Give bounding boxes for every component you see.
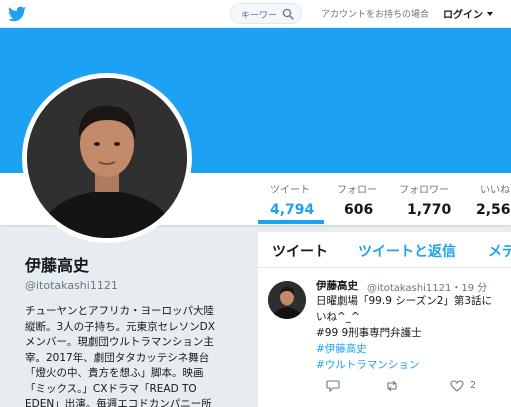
hashtag-link[interactable]: #伊藤高史 <box>316 341 367 356</box>
tweet-text-line: 日曜劇場「99.9 シーズン2」第3話に <box>316 295 493 307</box>
bio-line: EDEN」出演。毎週エコドカンパニー所 <box>25 398 212 407</box>
tweet-author[interactable]: 伊藤高史 <box>316 278 358 293</box>
profile-handle[interactable]: @itotakashi1121 <box>25 279 250 292</box>
tab-tweets-replies[interactable]: ツイートと返信 <box>358 241 456 261</box>
bio-line: 宰。2017年、劇団タタカッテシネ舞台 <box>25 351 210 364</box>
tweet-text-line: #99 9刑事専門弁護士 <box>316 327 422 339</box>
tweet-avatar[interactable] <box>268 281 306 319</box>
stat-label: ツイート <box>270 185 310 196</box>
tweet-text-line: いね^_^ <box>316 311 360 323</box>
stat-followers[interactable]: フォロワー 1,770 <box>399 181 451 218</box>
stat-label: フォロワー <box>399 185 449 196</box>
retweet-icon[interactable] <box>385 380 399 392</box>
stat-value: 606 <box>344 202 374 218</box>
active-tab-indicator <box>258 220 324 224</box>
profile-bio: チューヤンとアフリカ・ヨーロッパ大陸 縦断。3人の子持ち。元東京セレソンDX メ… <box>25 304 251 407</box>
timeline-panel: ツイート ツイートと返信 メデ 伊藤高史 @itotakashi1121・19 … <box>258 232 511 407</box>
like-icon[interactable] <box>450 380 464 392</box>
bio-line: チューヤンとアフリカ・ヨーロッパ大陸 <box>25 305 214 317</box>
bio-line: メンバー。現劇団ウルトラマンション主 <box>25 336 214 348</box>
top-navigation-bar: キーワー アカウントをお持ちの場合 ログイン <box>0 0 511 28</box>
timeline-tabs: ツイート ツイートと返信 メデ <box>258 232 511 268</box>
search-placeholder: キーワー <box>241 11 278 21</box>
stat-label: いいね <box>480 185 510 196</box>
stat-label: フォロー <box>337 185 377 196</box>
tab-tweets[interactable]: ツイート <box>272 241 328 261</box>
tweet-avatar-photo <box>268 281 306 319</box>
stat-following[interactable]: フォロー 606 <box>337 181 377 218</box>
stat-value: 4,794 <box>270 202 315 218</box>
stat-value: 2,567 <box>476 202 511 218</box>
twitter-bird-icon[interactable] <box>8 6 26 22</box>
bio-line: 「燈火の中、貴方を想ふ」脚本。映画 <box>25 367 204 379</box>
reply-icon[interactable] <box>326 380 340 392</box>
bio-line: 縦断。3人の子持ち。元東京セレソンDX <box>25 320 215 333</box>
login-button[interactable]: ログイン <box>443 6 483 21</box>
avatar-frame <box>22 73 192 243</box>
search-box[interactable]: キーワー <box>230 3 302 24</box>
chevron-down-icon[interactable] <box>487 12 493 16</box>
account-prompt: アカウントをお持ちの場合 <box>321 10 430 20</box>
stat-likes[interactable]: いいね 2,567 <box>476 181 511 218</box>
avatar[interactable] <box>27 78 187 238</box>
stat-value: 1,770 <box>407 202 452 218</box>
hashtag-link[interactable]: #ウルトラマンション <box>316 357 419 372</box>
bio-line: 「ミックス。」CXドラマ「READ TO <box>25 382 197 395</box>
like-count: 2 <box>470 380 477 391</box>
stat-tweets[interactable]: ツイート 4,794 <box>270 181 314 218</box>
search-icon[interactable] <box>282 8 294 20</box>
avatar-photo <box>27 78 187 238</box>
tab-media[interactable]: メデ <box>488 241 511 261</box>
tweet-handle-time[interactable]: @itotakashi1121・19 分 <box>367 279 487 294</box>
profile-name: 伊藤高史 <box>25 256 90 275</box>
profile-info: 伊藤高史 @itotakashi1121 チューヤンとアフリカ・ヨーロッパ大陸 … <box>25 252 250 407</box>
